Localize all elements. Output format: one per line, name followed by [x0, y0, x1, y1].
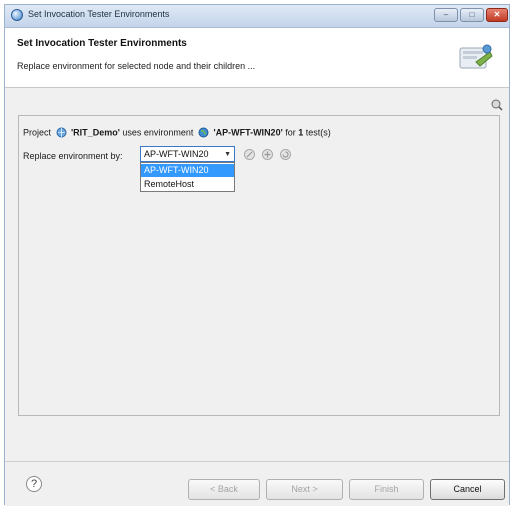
back-button[interactable]: < Back: [188, 479, 260, 500]
uses-text: uses environment: [122, 127, 194, 138]
dropdown-option[interactable]: RemoteHost: [141, 178, 234, 191]
next-button[interactable]: Next >: [266, 479, 343, 500]
add-environment-icon[interactable]: [261, 148, 274, 161]
app-globe-icon: [11, 9, 23, 21]
finish-button[interactable]: Finish: [349, 479, 424, 500]
tests-suffix: test(s): [305, 127, 331, 138]
project-icon: [56, 127, 67, 138]
cancel-button[interactable]: Cancel: [430, 479, 505, 500]
title-bar[interactable]: Set Invocation Tester Environments – □ ✕: [5, 5, 509, 28]
environment-dropdown: AP-WFT-WIN20 RemoteHost: [140, 162, 235, 192]
close-button[interactable]: ✕: [486, 8, 508, 22]
wizard-banner-icon: [459, 44, 493, 69]
view-menu-icon[interactable]: [491, 99, 503, 111]
project-name: 'RIT_Demo': [71, 127, 120, 138]
window-title: Set Invocation Tester Environments: [28, 9, 170, 19]
help-icon[interactable]: ?: [26, 476, 42, 492]
replace-label: Replace environment by:: [23, 151, 123, 161]
minimize-button[interactable]: –: [434, 8, 458, 22]
summary-prefix: Project: [23, 127, 52, 138]
refresh-environment-icon[interactable]: [279, 148, 292, 161]
wizard-header: Set Invocation Tester Environments Repla…: [5, 28, 509, 88]
maximize-button[interactable]: □: [460, 8, 484, 22]
page-description: Replace environment for selected node an…: [17, 61, 256, 71]
environment-select-value: AP-WFT-WIN20: [144, 149, 209, 159]
chevron-down-icon[interactable]: ▼: [224, 151, 231, 158]
dropdown-option[interactable]: AP-WFT-WIN20: [141, 164, 234, 177]
environment-panel: Project 'RIT_Demo' uses environment 'AP-…: [18, 115, 500, 416]
test-count: 1: [298, 127, 304, 138]
environment-globe-icon: [198, 127, 209, 138]
environment-select[interactable]: AP-WFT-WIN20 ▼: [140, 146, 235, 162]
button-bar: ? < Back Next > Finish Cancel: [5, 461, 509, 506]
environment-name: 'AP-WFT-WIN20': [213, 127, 283, 138]
page-title: Set Invocation Tester Environments: [17, 38, 187, 49]
dialog-window: Set Invocation Tester Environments – □ ✕…: [4, 4, 510, 506]
summary-line: Project 'RIT_Demo' uses environment 'AP-…: [23, 127, 331, 138]
for-text: for: [285, 127, 296, 138]
edit-environment-icon[interactable]: [243, 148, 256, 161]
